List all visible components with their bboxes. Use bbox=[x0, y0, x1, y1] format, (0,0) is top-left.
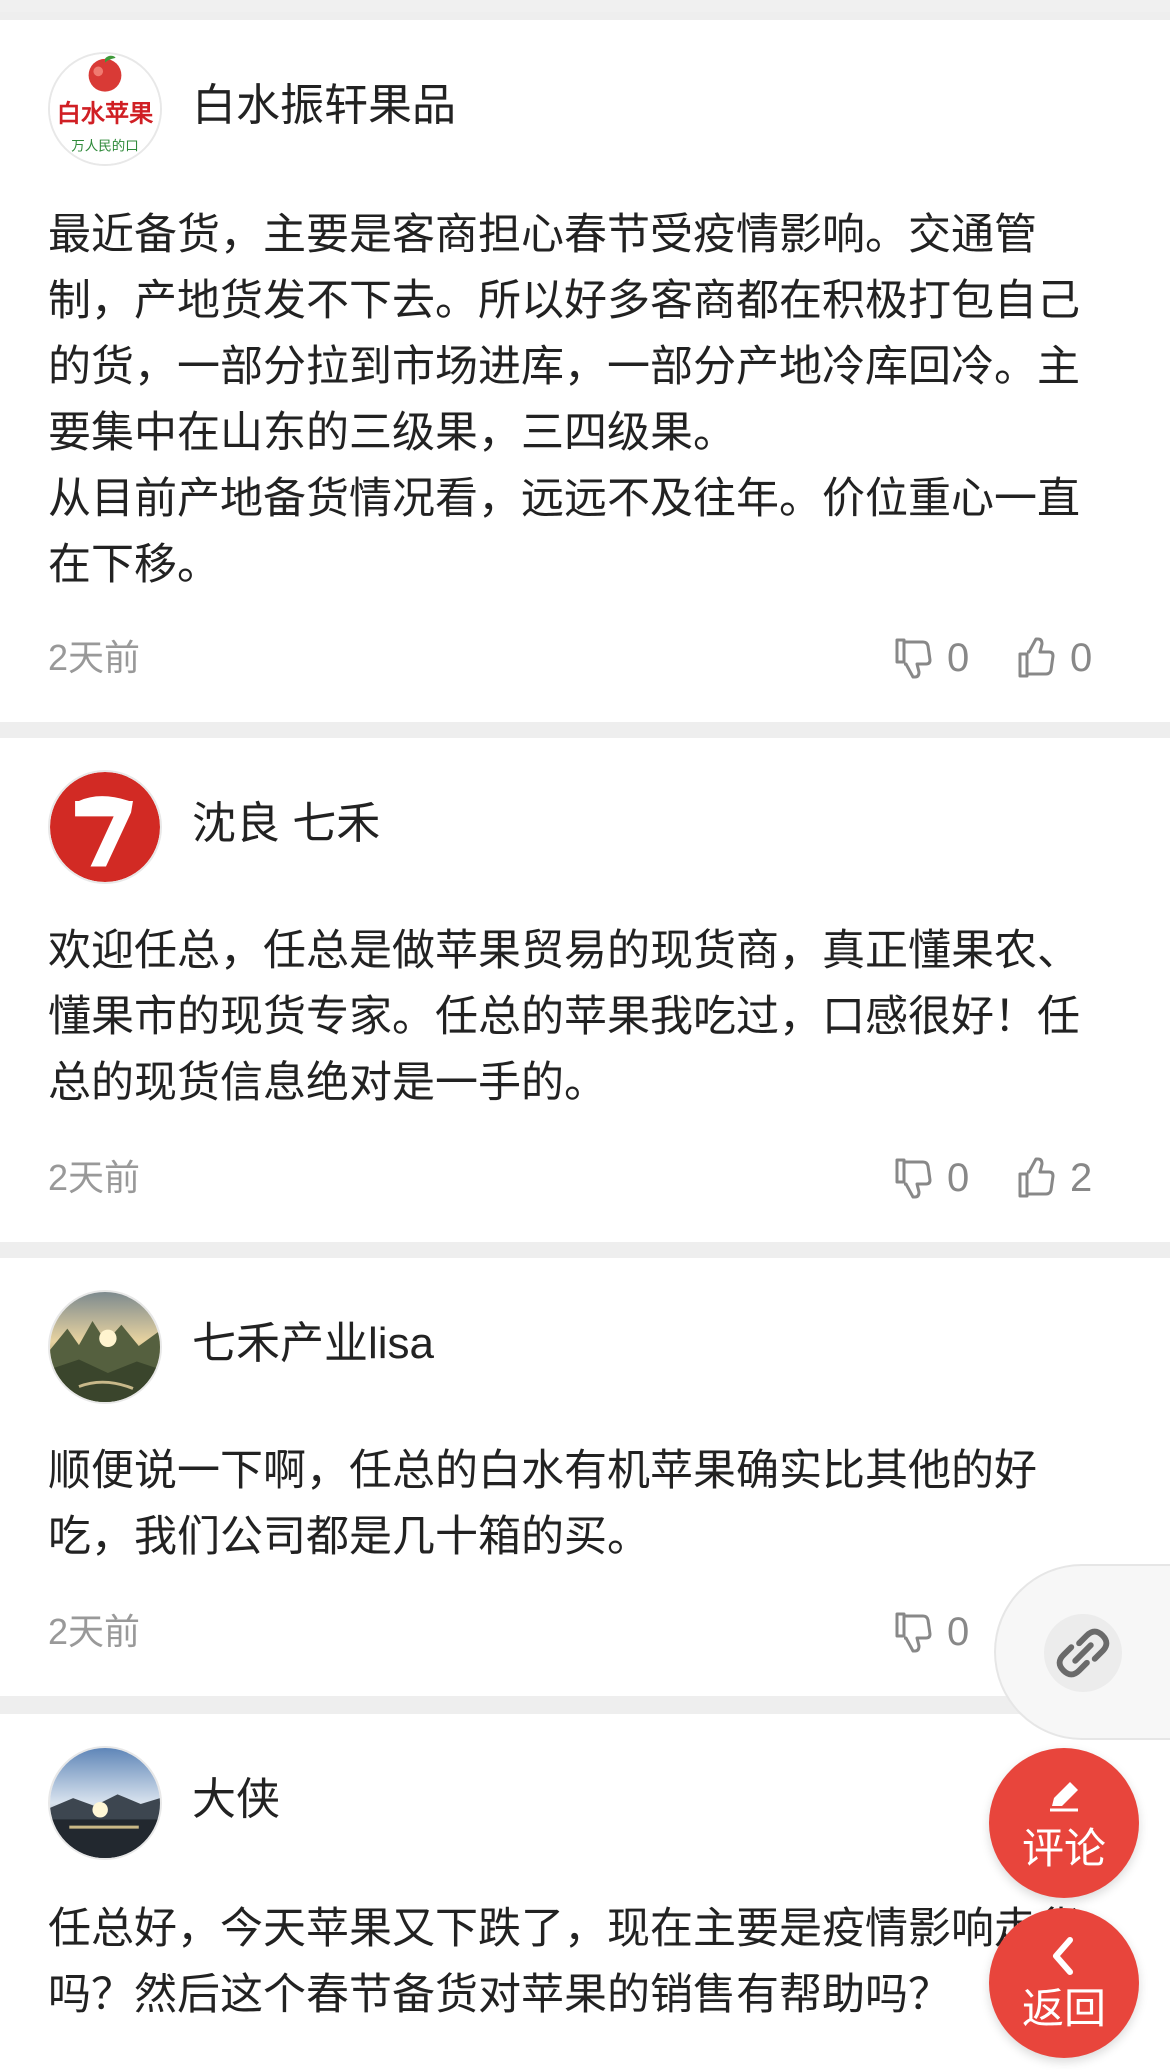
back-button[interactable]: 返回 bbox=[989, 1908, 1139, 2058]
comment-text: 欢迎任总，任总是做苹果贸易的现货商，真正懂果农、 懂果市的现货专家。任总的苹果我… bbox=[48, 918, 1130, 1116]
dislike-count: 0 bbox=[947, 1156, 970, 1200]
comment-card: 沈良 七禾 欢迎任总，任总是做苹果贸易的现货商，真正懂果农、 懂果市的现货专家。… bbox=[0, 738, 1170, 1242]
thumbs-up-icon bbox=[1018, 637, 1055, 678]
pencil-icon bbox=[1050, 1782, 1078, 1812]
dislike-button[interactable]: 0 bbox=[893, 635, 969, 681]
thumbs-up-icon bbox=[1018, 1157, 1055, 1198]
user-avatar[interactable] bbox=[48, 1746, 162, 1860]
avatar-slogan-text: 万人民的口 bbox=[71, 138, 139, 154]
dislike-button[interactable]: 0 bbox=[893, 1609, 969, 1655]
comment-author[interactable]: 七禾产业lisa bbox=[192, 1316, 434, 1372]
comment-line: 欢迎任总，任总是做苹果贸易的现货商，真正懂果农、 bbox=[48, 927, 1080, 975]
dislike-count: 0 bbox=[947, 636, 970, 680]
like-button[interactable]: 0 bbox=[1016, 635, 1092, 681]
comment-time: 2天前 bbox=[48, 1611, 141, 1652]
comment-line: 从目前产地备货情况看，远远不及往年。价位重心一直 bbox=[48, 475, 1080, 523]
comment-card: 白水苹果 万人民的口 白水振轩果品 最近备货，主要是客商担心春节受疫情影响。交通… bbox=[0, 20, 1170, 722]
comment-line: 吃，我们公司都是几十箱的买。 bbox=[48, 1513, 650, 1561]
comment-line: 要集中在山东的三级果，三四级果。 bbox=[48, 409, 736, 457]
chevron-left-icon bbox=[1053, 1937, 1073, 1975]
top-divider bbox=[0, 0, 1170, 12]
user-avatar[interactable]: 白水苹果 万人民的口 bbox=[48, 52, 162, 166]
dislike-count: 0 bbox=[947, 1610, 970, 1654]
comment-line: 懂果市的现货专家。任总的苹果我吃过，口感很好！任 bbox=[48, 993, 1080, 1041]
like-count: 0 bbox=[1070, 636, 1093, 680]
link-icon bbox=[1044, 1614, 1122, 1692]
comment-line: 总的现货信息绝对是一手的。 bbox=[48, 1059, 607, 1107]
thumbs-down-icon bbox=[895, 1158, 932, 1199]
comment-author[interactable]: 白水振轩果品 bbox=[192, 78, 456, 134]
comment-line: 任总好，今天苹果又下跌了，现在主要是疫情影响走货 bbox=[48, 1905, 1080, 1953]
user-avatar[interactable] bbox=[48, 770, 162, 884]
comment-line: 最近备货，主要是客商担心春节受疫情影响。交通管 bbox=[48, 211, 1037, 259]
comment-text: 任总好，今天苹果又下跌了，现在主要是疫情影响走货 吗？然后这个春节备货对苹果的销… bbox=[48, 1896, 1130, 2028]
comment-line: 吗？然后这个春节备货对苹果的销售有帮助吗？ bbox=[48, 1971, 951, 2019]
like-count: 2 bbox=[1070, 1156, 1093, 1200]
comment-line: 在下移。 bbox=[48, 541, 220, 589]
dislike-button[interactable]: 0 bbox=[893, 1155, 969, 1201]
comments-page: 白水苹果 万人民的口 白水振轩果品 最近备货，主要是客商担心春节受疫情影响。交通… bbox=[0, 0, 1170, 2070]
comment-line: 制，产地货发不下去。所以好多客商都在积极打包自己 bbox=[48, 277, 1080, 325]
thumbs-down-icon bbox=[895, 638, 932, 679]
user-avatar[interactable] bbox=[48, 1290, 162, 1404]
comment-text: 最近备货，主要是客商担心春节受疫情影响。交通管 制，产地货发不下去。所以好多客商… bbox=[48, 202, 1130, 598]
comment-card: 七禾产业lisa 顺便说一下啊，任总的白水有机苹果确实比其他的好 吃，我们公司都… bbox=[0, 1258, 1170, 1696]
comment-author[interactable]: 大侠 bbox=[192, 1772, 280, 1828]
comment-time: 2天前 bbox=[48, 637, 141, 678]
comment-time: 2天前 bbox=[48, 1157, 141, 1198]
comment-text: 顺便说一下啊，任总的白水有机苹果确实比其他的好 吃，我们公司都是几十箱的买。 bbox=[48, 1438, 1130, 1570]
share-link-button[interactable] bbox=[994, 1564, 1170, 1740]
like-button[interactable]: 2 bbox=[1016, 1155, 1092, 1201]
back-button-label: 返回 bbox=[1021, 1985, 1106, 2032]
avatar-brand-text: 白水苹果 bbox=[57, 99, 154, 128]
comment-button-label: 评论 bbox=[1021, 1825, 1106, 1872]
thumbs-down-icon bbox=[895, 1612, 932, 1653]
comment-line: 的货，一部分拉到市场进库，一部分产地冷库回冷。主 bbox=[48, 343, 1080, 391]
comment-button[interactable]: 评论 bbox=[989, 1748, 1139, 1898]
comment-author[interactable]: 沈良 七禾 bbox=[192, 796, 380, 852]
comment-line: 顺便说一下啊，任总的白水有机苹果确实比其他的好 bbox=[48, 1447, 1037, 1495]
